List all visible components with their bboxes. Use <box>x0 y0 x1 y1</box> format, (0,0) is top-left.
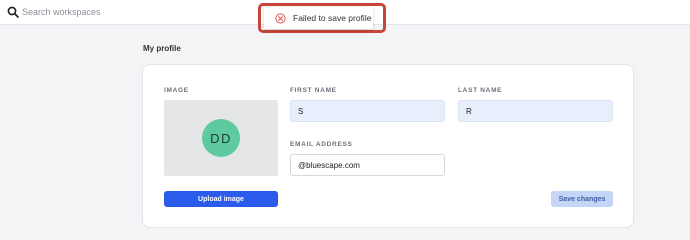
save-changes-button[interactable]: Save changes <box>551 191 613 207</box>
error-toast: Failed to save profile <box>264 7 373 29</box>
image-label: IMAGE <box>164 87 189 94</box>
last-name-field[interactable]: R <box>458 100 613 122</box>
toast-message: Failed to save profile <box>293 13 372 23</box>
page-title: My profile <box>143 44 181 53</box>
first-name-label: FIRST NAME <box>290 87 337 94</box>
profile-card: IMAGE DD FIRST NAME S LAST NAME R EMAIL … <box>142 64 634 228</box>
search-icon <box>7 6 19 18</box>
search-input[interactable] <box>22 4 222 20</box>
first-name-field[interactable]: S <box>290 100 445 122</box>
email-value: @bluescape.com <box>298 160 360 170</box>
email-label: EMAIL ADDRESS <box>290 141 353 148</box>
last-name-label: LAST NAME <box>458 87 503 94</box>
avatar: DD <box>202 119 240 157</box>
first-name-value: S <box>298 106 304 116</box>
upload-image-button[interactable]: Upload image <box>164 191 278 207</box>
email-field[interactable]: @bluescape.com <box>290 154 445 176</box>
error-circle-icon <box>275 12 286 24</box>
avatar-container: DD <box>164 100 278 176</box>
last-name-value: R <box>466 106 472 116</box>
